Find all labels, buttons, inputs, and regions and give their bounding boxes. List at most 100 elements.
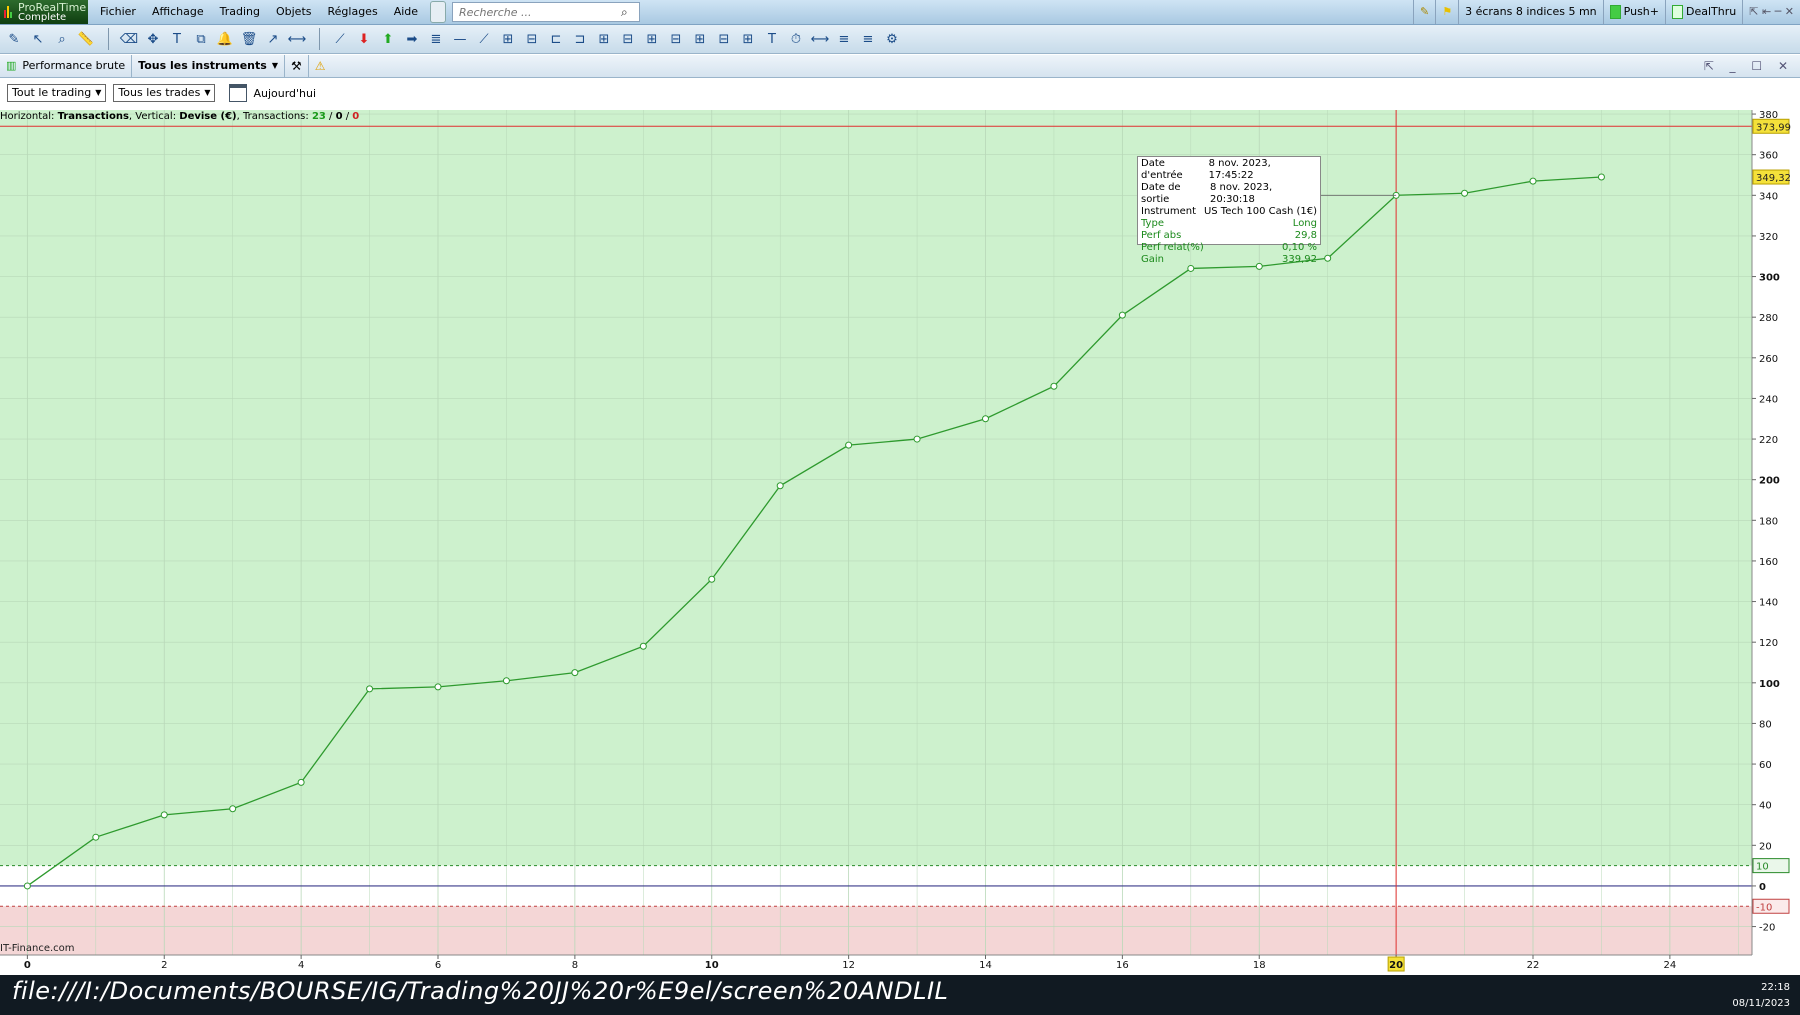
timezone-icon[interactable]: ⏱: [786, 29, 806, 49]
tooltip-value: 8 nov. 2023, 17:45:22: [1208, 158, 1271, 181]
menu-fichier[interactable]: Fichier: [92, 0, 144, 24]
equity-point[interactable]: [982, 415, 989, 423]
equity-point[interactable]: [1187, 264, 1195, 272]
brush-icon[interactable]: ⟋: [330, 29, 350, 49]
equity-point[interactable]: [160, 811, 168, 819]
equity-point[interactable]: [1050, 382, 1058, 390]
equity-point[interactable]: [1461, 189, 1469, 197]
equity-point[interactable]: [297, 778, 305, 786]
equity-point[interactable]: [1529, 177, 1537, 185]
window-controls[interactable]: ⇱ ⇤ ─ ✕: [1742, 0, 1800, 24]
text2-icon[interactable]: T: [762, 29, 782, 49]
info-sep2: /: [342, 111, 353, 122]
y-tick-label: 100: [1759, 679, 1780, 690]
equity-curve-chart[interactable]: 3803603403203002802602402202001801601401…: [0, 110, 1800, 975]
equity-point[interactable]: [571, 669, 579, 677]
dealthru-button[interactable]: DealThru: [1665, 0, 1742, 24]
trendline-icon[interactable]: ⟋: [474, 29, 494, 49]
text-icon[interactable]: T: [167, 29, 187, 49]
instruments-dropdown-label: Tous les instruments: [138, 59, 267, 72]
grid7-icon[interactable]: ⊞: [738, 29, 758, 49]
layout-selector[interactable]: 3 écrans 8 indices 5 mn: [1458, 0, 1603, 24]
trades-filter-dropdown[interactable]: Tous les trades ▼: [113, 84, 216, 102]
warning-icon[interactable]: ⚠: [309, 55, 332, 77]
equity-point[interactable]: [845, 441, 853, 449]
fibo-icon[interactable]: ≣: [426, 29, 446, 49]
trading-filter-dropdown[interactable]: Tout le trading ▼: [7, 84, 107, 102]
instruments-dropdown[interactable]: Tous les instruments ▼: [132, 55, 285, 77]
list-icon[interactable]: ≡: [834, 29, 854, 49]
menu-affichage[interactable]: Affichage: [144, 0, 212, 24]
top-right-area: ✎ ⚑ 3 écrans 8 indices 5 mn Push+ DealTh…: [1413, 0, 1800, 24]
vline-icon[interactable]: ⊏: [546, 29, 566, 49]
channel-icon[interactable]: ⊞: [498, 29, 518, 49]
equity-point[interactable]: [502, 677, 510, 685]
prorealtime-logo[interactable]: ProRealTime Complete: [0, 0, 88, 24]
window-controls-inner[interactable]: ⇱ _ ☐ ✕: [1704, 55, 1794, 77]
crosshair-icon[interactable]: ✥: [143, 29, 163, 49]
equity-point[interactable]: [1597, 173, 1605, 181]
chevron-down-icon: ▼: [95, 88, 102, 97]
info-neutral-count: 0: [335, 111, 343, 122]
hline-icon[interactable]: —: [450, 29, 470, 49]
x-tick-label: 16: [1116, 960, 1129, 971]
sell-arrow-icon[interactable]: ⬇: [354, 29, 374, 49]
channel2-icon[interactable]: ⊟: [522, 29, 542, 49]
eraser-icon[interactable]: ⌫: [119, 29, 139, 49]
menu-aide[interactable]: Aide: [386, 0, 426, 24]
pencil-yellow-icon[interactable]: ✎: [1413, 0, 1435, 24]
trash-icon[interactable]: 🗑: [239, 29, 259, 49]
grid-icon[interactable]: ⊞: [594, 29, 614, 49]
grid4-icon[interactable]: ⊟: [666, 29, 686, 49]
grid2-icon[interactable]: ⊟: [618, 29, 638, 49]
search-input[interactable]: [457, 4, 622, 20]
menu-objets[interactable]: Objets: [268, 0, 320, 24]
grid3-icon[interactable]: ⊞: [642, 29, 662, 49]
grid5-icon[interactable]: ⊞: [690, 29, 710, 49]
buy-arrow-icon[interactable]: ⬆: [378, 29, 398, 49]
flag-icon[interactable]: ⚑: [1435, 0, 1458, 24]
equity-point[interactable]: [92, 833, 100, 841]
info-icon[interactable]: [430, 1, 447, 23]
info-losing-count: 0: [352, 111, 360, 122]
info-total-count: 23: [311, 111, 326, 122]
equity-point[interactable]: [639, 642, 647, 650]
calendar-icon[interactable]: [229, 84, 248, 102]
trade-tooltip: Date d'entrée 8 nov. 2023, 17:45:22 Date …: [1137, 156, 1321, 265]
measure-icon[interactable]: ⟷: [810, 29, 830, 49]
equity-point[interactable]: [708, 575, 716, 583]
right-arrow-icon[interactable]: ➡: [402, 29, 422, 49]
push-label: Push+: [1623, 5, 1659, 18]
y-tick-label: 160: [1759, 557, 1778, 568]
equity-point[interactable]: [776, 482, 784, 490]
tooltip-label: Date d'entrée: [1141, 158, 1183, 181]
arrow-icon[interactable]: ↗: [263, 29, 283, 49]
push-button[interactable]: Push+: [1602, 0, 1665, 24]
equity-point[interactable]: [229, 805, 237, 813]
equity-point[interactable]: [434, 683, 442, 691]
zoom-icon[interactable]: ⌕: [52, 29, 72, 49]
wrench-icon[interactable]: ⚒: [285, 55, 309, 77]
period-label[interactable]: Aujourd'hui: [253, 87, 316, 100]
pencil-icon[interactable]: ✎: [4, 29, 24, 49]
bell-icon[interactable]: 🔔: [215, 29, 235, 49]
ruler-icon[interactable]: 📏: [76, 29, 96, 49]
search-icon[interactable]: ⌕: [621, 5, 628, 20]
copy-icon[interactable]: ⧉: [191, 29, 211, 49]
tooltip-label: Perf relat(%): [1141, 242, 1204, 253]
equity-point[interactable]: [366, 685, 374, 693]
settings-icon[interactable]: ⚙: [882, 29, 902, 49]
list2-icon[interactable]: ≡: [858, 29, 878, 49]
segment-icon[interactable]: ⟷: [287, 29, 307, 49]
equity-point[interactable]: [1324, 254, 1332, 262]
menu-trading[interactable]: Trading: [212, 0, 268, 24]
hline2-icon[interactable]: ⊐: [570, 29, 590, 49]
grid6-icon[interactable]: ⊟: [714, 29, 734, 49]
cursor-icon[interactable]: ↖: [28, 29, 48, 49]
taskbar-clock[interactable]: 22:18 08/11/2023: [1732, 980, 1790, 1012]
equity-point[interactable]: [913, 435, 921, 443]
performance-mode[interactable]: ▥ Performance brute: [0, 55, 133, 77]
equity-point[interactable]: [23, 882, 31, 890]
equity-point[interactable]: [1118, 311, 1126, 319]
menu-reglages[interactable]: Réglages: [320, 0, 386, 24]
